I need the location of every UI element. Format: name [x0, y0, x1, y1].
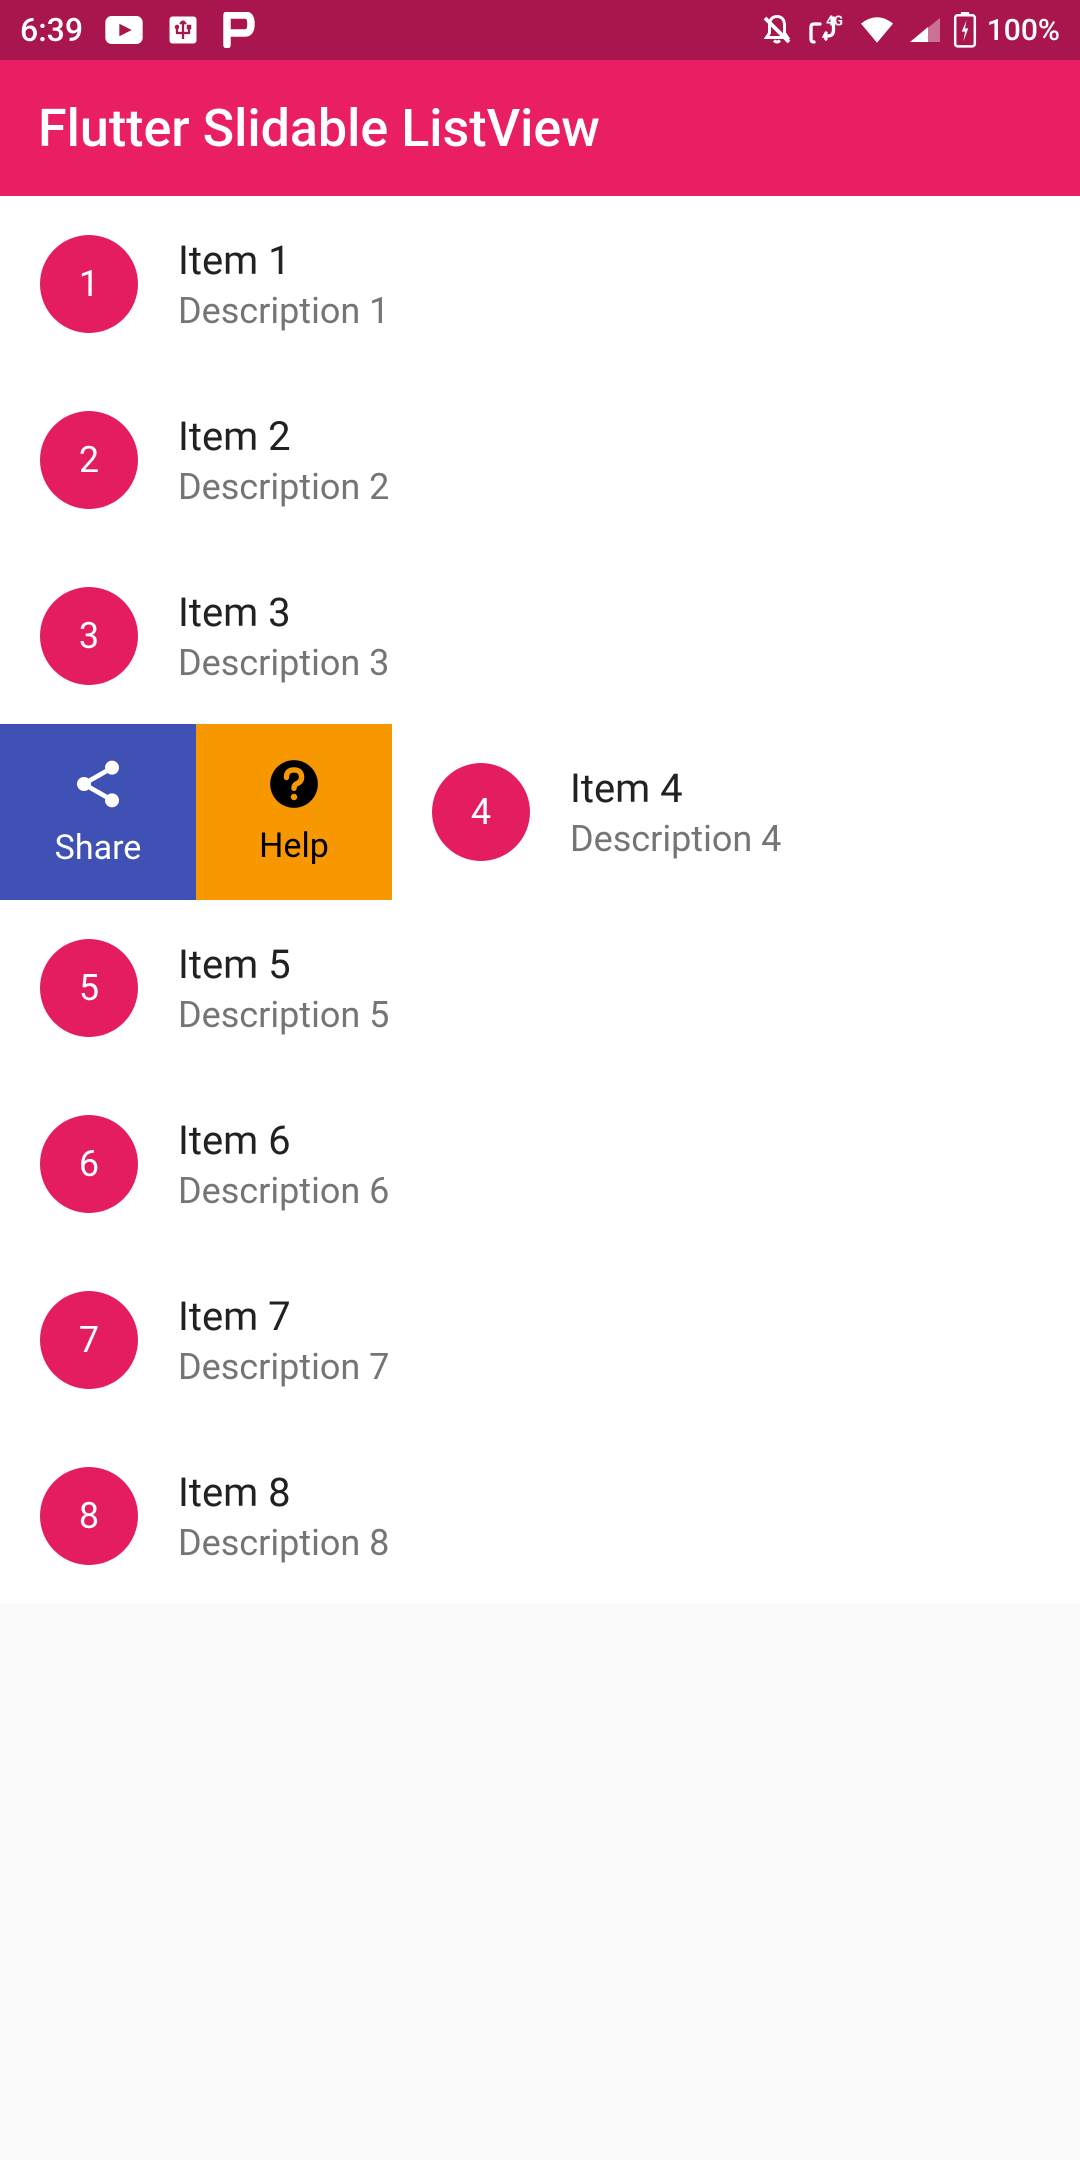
- item-title: Item 7: [178, 1293, 389, 1340]
- avatar: 8: [40, 1467, 138, 1565]
- list-view[interactable]: 1 Item 1 Description 1 2 Item 2 Descript…: [0, 196, 1080, 1604]
- list-item-slid[interactable]: Share Help 4 Item 4 Description 4: [0, 724, 1080, 900]
- battery-percent: 100%: [987, 13, 1060, 48]
- status-bar: 6:39 4G 100%: [0, 0, 1080, 60]
- list-item[interactable]: 5 Item 5 Description 5: [0, 900, 1080, 1076]
- list-item[interactable]: 8 Item 8 Description 8: [0, 1428, 1080, 1604]
- share-label: Share: [55, 828, 142, 868]
- wifi-icon: [857, 14, 897, 46]
- item-description: Description 7: [178, 1346, 389, 1388]
- help-icon: [268, 758, 320, 814]
- p-icon: [223, 12, 255, 48]
- youtube-icon: [105, 16, 143, 44]
- avatar: 6: [40, 1115, 138, 1213]
- app-bar: Flutter Slidable ListView: [0, 60, 1080, 196]
- item-title: Item 2: [178, 413, 389, 460]
- signal-icon: [907, 14, 943, 46]
- item-description: Description 2: [178, 466, 389, 508]
- item-description: Description 1: [178, 290, 389, 332]
- list-item[interactable]: 6 Item 6 Description 6: [0, 1076, 1080, 1252]
- app-title: Flutter Slidable ListView: [38, 98, 600, 159]
- help-button[interactable]: Help: [196, 724, 392, 900]
- avatar: 4: [432, 763, 530, 861]
- item-description: Description 3: [178, 642, 389, 684]
- status-bar-right: 4G 100%: [759, 12, 1060, 48]
- status-bar-left: 6:39: [20, 11, 255, 49]
- item-title: Item 4: [570, 765, 781, 812]
- item-description: Description 8: [178, 1522, 389, 1564]
- item-description: Description 4: [570, 818, 781, 860]
- item-title: Item 5: [178, 941, 389, 988]
- list-item[interactable]: 3 Item 3 Description 3: [0, 548, 1080, 724]
- status-time: 6:39: [20, 11, 83, 49]
- avatar: 5: [40, 939, 138, 1037]
- share-icon: [70, 756, 126, 816]
- help-label: Help: [259, 826, 329, 866]
- list-item[interactable]: 1 Item 1 Description 1: [0, 196, 1080, 372]
- item-title: Item 8: [178, 1469, 389, 1516]
- battery-icon: [953, 12, 977, 48]
- list-item[interactable]: 7 Item 7 Description 7: [0, 1252, 1080, 1428]
- list-item[interactable]: 4 Item 4 Description 4: [392, 724, 1080, 900]
- item-title: Item 1: [178, 237, 389, 284]
- list-item[interactable]: 2 Item 2 Description 2: [0, 372, 1080, 548]
- usb-icon: [165, 12, 201, 48]
- avatar: 7: [40, 1291, 138, 1389]
- item-description: Description 5: [178, 994, 389, 1036]
- phone-4g-icon: 4G: [805, 12, 847, 48]
- item-title: Item 3: [178, 589, 389, 636]
- slide-actions: Share Help: [0, 724, 392, 900]
- item-description: Description 6: [178, 1170, 389, 1212]
- avatar: 2: [40, 411, 138, 509]
- avatar: 1: [40, 235, 138, 333]
- avatar: 3: [40, 587, 138, 685]
- dnd-icon: [759, 12, 795, 48]
- share-button[interactable]: Share: [0, 724, 196, 900]
- item-title: Item 6: [178, 1117, 389, 1164]
